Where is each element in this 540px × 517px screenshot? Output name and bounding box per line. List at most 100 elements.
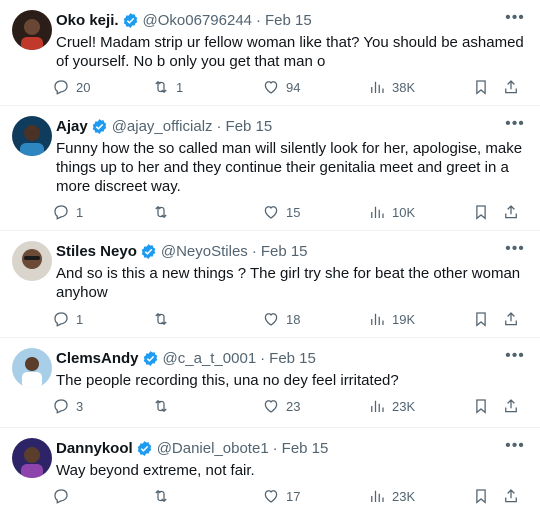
bookmark-button[interactable] [472,203,490,221]
reply-count: 3 [76,398,84,414]
tweet-date[interactable]: Feb 15 [226,118,273,135]
retweet-button[interactable] [152,310,176,328]
tweet-actions: 1 15 10K [52,201,530,223]
display-name[interactable]: Ajay [56,118,88,135]
share-button[interactable] [502,78,520,96]
like-count: 94 [286,79,301,95]
share-button[interactable] [502,310,520,328]
more-options-icon[interactable]: ••• [504,239,526,259]
user-handle[interactable]: @NeyoStiles [161,243,248,260]
like-button[interactable]: 15 [262,203,300,221]
share-icon [505,399,517,413]
display-name[interactable]: Oko keji. [56,12,119,29]
reply-button[interactable]: 20 [52,78,90,96]
avatar[interactable] [12,438,52,478]
reply-button[interactable]: 1 [52,310,83,328]
separator-dot: · [216,117,222,135]
like-button[interactable]: 23 [262,397,300,415]
tweet[interactable]: Ajay @ajay_officialz · Feb 15 ••• Funny … [0,106,540,231]
tweet-date[interactable]: Feb 15 [282,440,329,457]
bookmark-button[interactable] [472,310,490,328]
user-handle[interactable]: @ajay_officialz [112,118,213,135]
separator-dot: · [256,11,262,29]
view-count: 10K [392,204,416,220]
bookmark-button[interactable] [472,78,490,96]
avatar[interactable] [12,241,52,281]
retweet-icon [155,312,167,326]
tweet[interactable]: ClemsAndy @c_a_t_0001 · Feb 15 ••• The p… [0,338,540,428]
verified-badge-icon [141,243,156,259]
reply-button[interactable]: 3 [52,397,83,415]
bookmark-icon [476,399,486,414]
separator-dot: · [260,349,266,367]
reply-icon [54,489,68,504]
verified-badge-icon [92,118,106,134]
tweet-date[interactable]: Feb 15 [269,350,316,367]
retweet-button[interactable] [152,397,176,415]
retweet-icon [155,489,167,503]
display-name[interactable]: ClemsAndy [56,350,139,367]
like-count: 23 [286,398,301,414]
tweet-actions: 3 23 23K [52,395,530,417]
like-button[interactable]: 18 [262,310,300,328]
user-handle[interactable]: @Daniel_obote1 [157,440,269,457]
display-name[interactable]: Dannykool [56,440,133,457]
like-button[interactable]: 17 [262,487,300,505]
tweet-text: And so is this a new things ? The girl t… [56,265,521,301]
reply-button[interactable]: 1 [52,203,83,221]
views-button[interactable]: 23K [368,487,415,505]
tweet-text: Funny how the so called man will silentl… [56,140,523,195]
verified-badge-icon [123,12,137,28]
retweet-icon [155,399,167,413]
more-options-icon[interactable]: ••• [504,114,526,134]
retweet-button[interactable] [152,487,176,505]
share-button[interactable] [502,397,520,415]
bookmark-icon [476,312,486,327]
retweet-count: 1 [176,79,184,95]
display-name[interactable]: Stiles Neyo [56,243,137,260]
bookmark-icon [476,80,486,95]
avatar[interactable] [12,348,52,388]
retweet-button[interactable]: 1 [152,78,183,96]
bookmark-icon [476,489,486,504]
reply-count: 20 [76,79,91,95]
reply-icon [54,80,68,95]
more-options-icon[interactable]: ••• [504,8,526,28]
share-icon [505,205,517,219]
more-options-icon[interactable]: ••• [504,436,526,456]
like-button[interactable]: 94 [262,78,300,96]
views-button[interactable]: 38K [368,78,415,96]
retweet-button[interactable] [152,203,176,221]
separator-dot: · [272,439,278,457]
separator-dot: · [251,242,257,260]
tweet[interactable]: Dannykool @Daniel_obote1 · Feb 15 ••• Wa… [0,428,540,517]
share-icon [505,312,517,326]
share-button[interactable] [502,203,520,221]
tweet[interactable]: Stiles Neyo @NeyoStiles · Feb 15 ••• And… [0,231,540,338]
reply-count: 1 [76,204,84,220]
bookmark-icon [476,205,486,220]
views-button[interactable]: 23K [368,397,415,415]
views-button[interactable]: 19K [368,310,415,328]
retweet-icon [155,80,167,94]
heart-icon [264,313,278,326]
retweet-icon [155,205,167,219]
tweet-actions: 20 1 94 38K [52,76,530,98]
avatar[interactable] [12,116,52,156]
user-handle[interactable]: @Oko06796244 [143,12,252,29]
tweet-actions: 1 18 19K [52,308,530,330]
analytics-icon [371,490,384,502]
bookmark-button[interactable] [472,397,490,415]
view-count: 23K [392,398,416,414]
more-options-icon[interactable]: ••• [504,346,526,366]
share-button[interactable] [502,487,520,505]
bookmark-button[interactable] [472,487,490,505]
tweet-date[interactable]: Feb 15 [261,243,308,260]
tweet-date[interactable]: Feb 15 [265,12,312,29]
views-button[interactable]: 10K [368,203,415,221]
user-handle[interactable]: @c_a_t_0001 [163,350,257,367]
share-icon [505,489,517,503]
reply-button[interactable] [52,487,76,505]
avatar[interactable] [12,10,52,50]
tweet[interactable]: Oko keji. @Oko06796244 · Feb 15 ••• Crue… [0,0,540,106]
